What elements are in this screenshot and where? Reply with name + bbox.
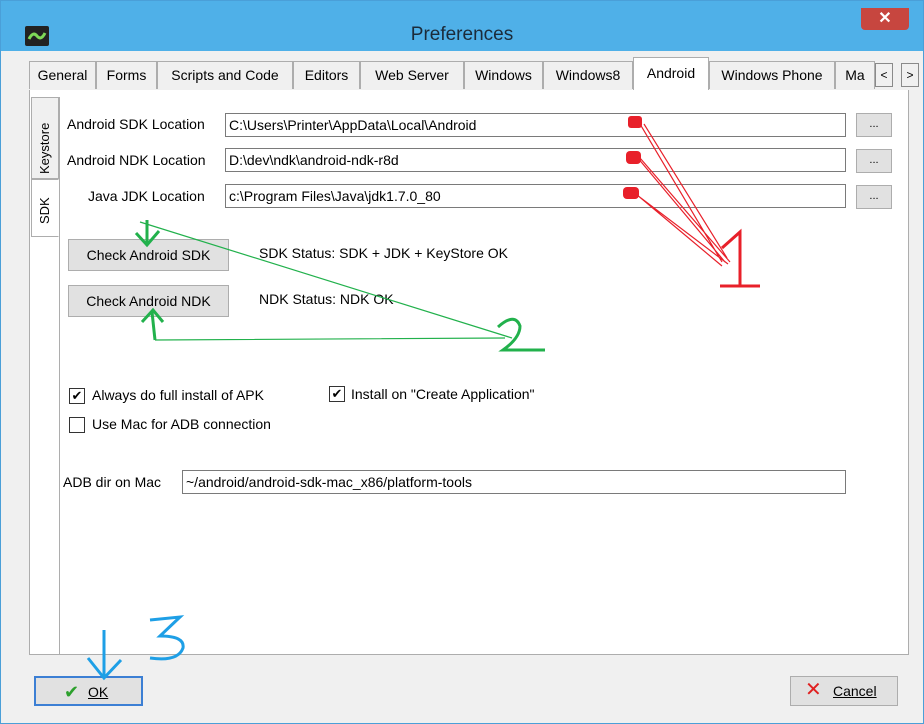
tab-scroll-right-button[interactable]: > [901, 63, 919, 87]
preferences-window: Preferences ✕ General Forms Scripts and … [0, 0, 924, 724]
tab-general[interactable]: General [29, 61, 96, 89]
tab-strip: General Forms Scripts and Code Editors W… [29, 57, 897, 91]
tab-forms[interactable]: Forms [96, 61, 157, 89]
android-page [29, 90, 909, 655]
side-tab-divider [59, 97, 60, 655]
close-button[interactable]: ✕ [861, 8, 909, 30]
jdk-location-label: Java JDK Location [88, 188, 205, 204]
use-mac-adb-checkbox[interactable] [69, 417, 85, 433]
ok-button-label: OK [88, 684, 109, 700]
title-bar[interactable]: Preferences ✕ [1, 1, 923, 51]
full-install-checkbox[interactable]: ✔ [69, 388, 85, 404]
side-tab-keystore[interactable]: Keystore [31, 97, 59, 179]
adb-dir-field[interactable]: ~/android/android-sdk-mac_x86/platform-t… [182, 470, 846, 494]
adb-dir-label: ADB dir on Mac [63, 474, 162, 490]
tab-windows8[interactable]: Windows8 [543, 61, 633, 89]
full-install-label: Always do full install of APK [92, 387, 264, 403]
install-on-create-label: Install on "Create Application" [351, 386, 535, 402]
ndk-location-label: Android NDK Location [67, 152, 206, 168]
side-tab-sdk-label: SDK [37, 197, 52, 224]
check-android-ndk-button[interactable]: Check Android NDK [68, 285, 229, 317]
cancel-button-label: Cancel [833, 683, 877, 699]
check-android-sdk-button[interactable]: Check Android SDK [68, 239, 229, 271]
sdk-location-field[interactable]: C:\Users\Printer\AppData\Local\Android [225, 113, 846, 137]
tab-windows[interactable]: Windows [464, 61, 543, 89]
sdk-location-label: Android SDK Location [67, 116, 205, 132]
annotation-one: 1 [0, 0, 1, 1]
tab-web-server[interactable]: Web Server [360, 61, 464, 89]
tab-android[interactable]: Android [633, 57, 709, 91]
tab-more[interactable]: Ma [835, 61, 875, 89]
window-title: Preferences [410, 24, 514, 45]
jdk-location-field[interactable]: c:\Program Files\Java\jdk1.7.0_80 [225, 184, 846, 208]
use-mac-adb-label: Use Mac for ADB connection [92, 416, 271, 432]
install-on-create-checkbox[interactable]: ✔ [329, 386, 345, 402]
tab-scripts-and-code[interactable]: Scripts and Code [157, 61, 293, 89]
jdk-browse-button[interactable]: ... [856, 185, 892, 209]
ndk-browse-button[interactable]: ... [856, 149, 892, 173]
tab-editors[interactable]: Editors [293, 61, 360, 89]
side-tab-sdk[interactable]: SDK [31, 179, 59, 237]
side-tab-keystore-label: Keystore [37, 122, 52, 174]
cancel-button[interactable]: ✕ Cancel [790, 676, 898, 706]
ndk-status-text: NDK Status: NDK OK [259, 291, 394, 307]
tab-scroll-left-button[interactable]: < [875, 63, 893, 87]
ok-button[interactable]: ✔ OK [34, 676, 143, 706]
sdk-browse-button[interactable]: ... [856, 113, 892, 137]
cancel-x-icon: ✕ [805, 679, 822, 701]
ndk-location-field[interactable]: D:\dev\ndk\android-ndk-r8d [225, 148, 846, 172]
checkmark-icon: ✔ [64, 682, 80, 702]
sdk-status-text: SDK Status: SDK + JDK + KeyStore OK [259, 245, 508, 261]
tab-windows-phone[interactable]: Windows Phone [709, 61, 835, 89]
